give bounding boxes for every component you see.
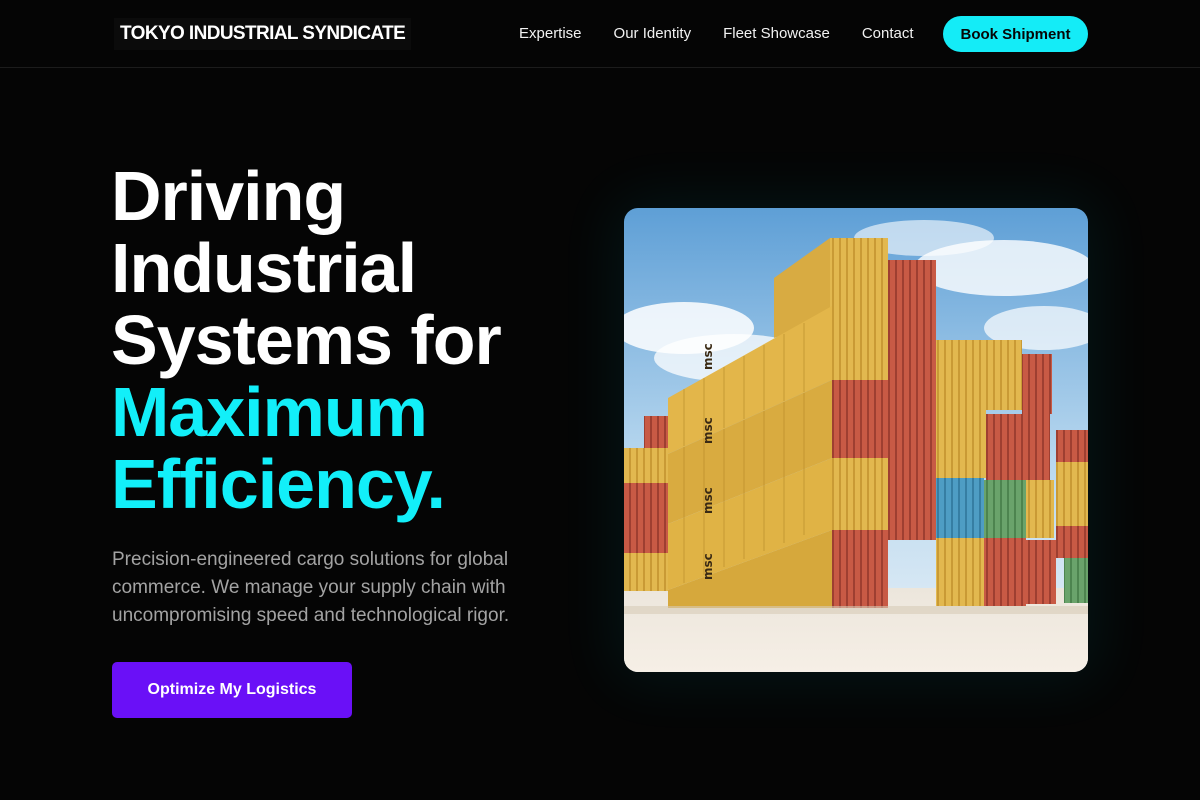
nav-link-contact[interactable]: Contact [862,24,914,44]
hero-headline: Driving Industrial Systems for Maximum E… [111,160,591,520]
hero-subtext: Precision-engineered cargo solutions for… [112,549,510,626]
top-navigation: TOKYO INDUSTRIAL SYNDICATE Expertise Our… [0,0,1200,68]
container-marking: msc [701,487,715,514]
brand-logo[interactable]: TOKYO INDUSTRIAL SYNDICATE [114,18,412,50]
container-marking: msc [701,553,715,580]
container-yard-illustration: msc msc msc msc [624,208,1088,672]
headline-line: Industrial [111,229,417,307]
nav-link-our-identity[interactable]: Our Identity [614,24,692,44]
headline-accent-line: Maximum [111,373,428,451]
headline-line: Systems for [111,301,502,379]
container-marking: msc [701,343,715,370]
headline-accent-line: Efficiency. [111,445,446,523]
nav-link-expertise[interactable]: Expertise [519,24,582,44]
container-marking: msc [701,417,715,444]
nav-links: Expertise Our Identity Fleet Showcase Co… [519,23,914,45]
nav-link-fleet-showcase[interactable]: Fleet Showcase [723,24,830,44]
optimize-logistics-button[interactable]: Optimize My Logistics [112,662,352,718]
book-shipment-button[interactable]: Book Shipment [943,16,1088,52]
headline-line: Driving [111,157,346,235]
hero-image: msc msc msc msc [624,208,1088,672]
